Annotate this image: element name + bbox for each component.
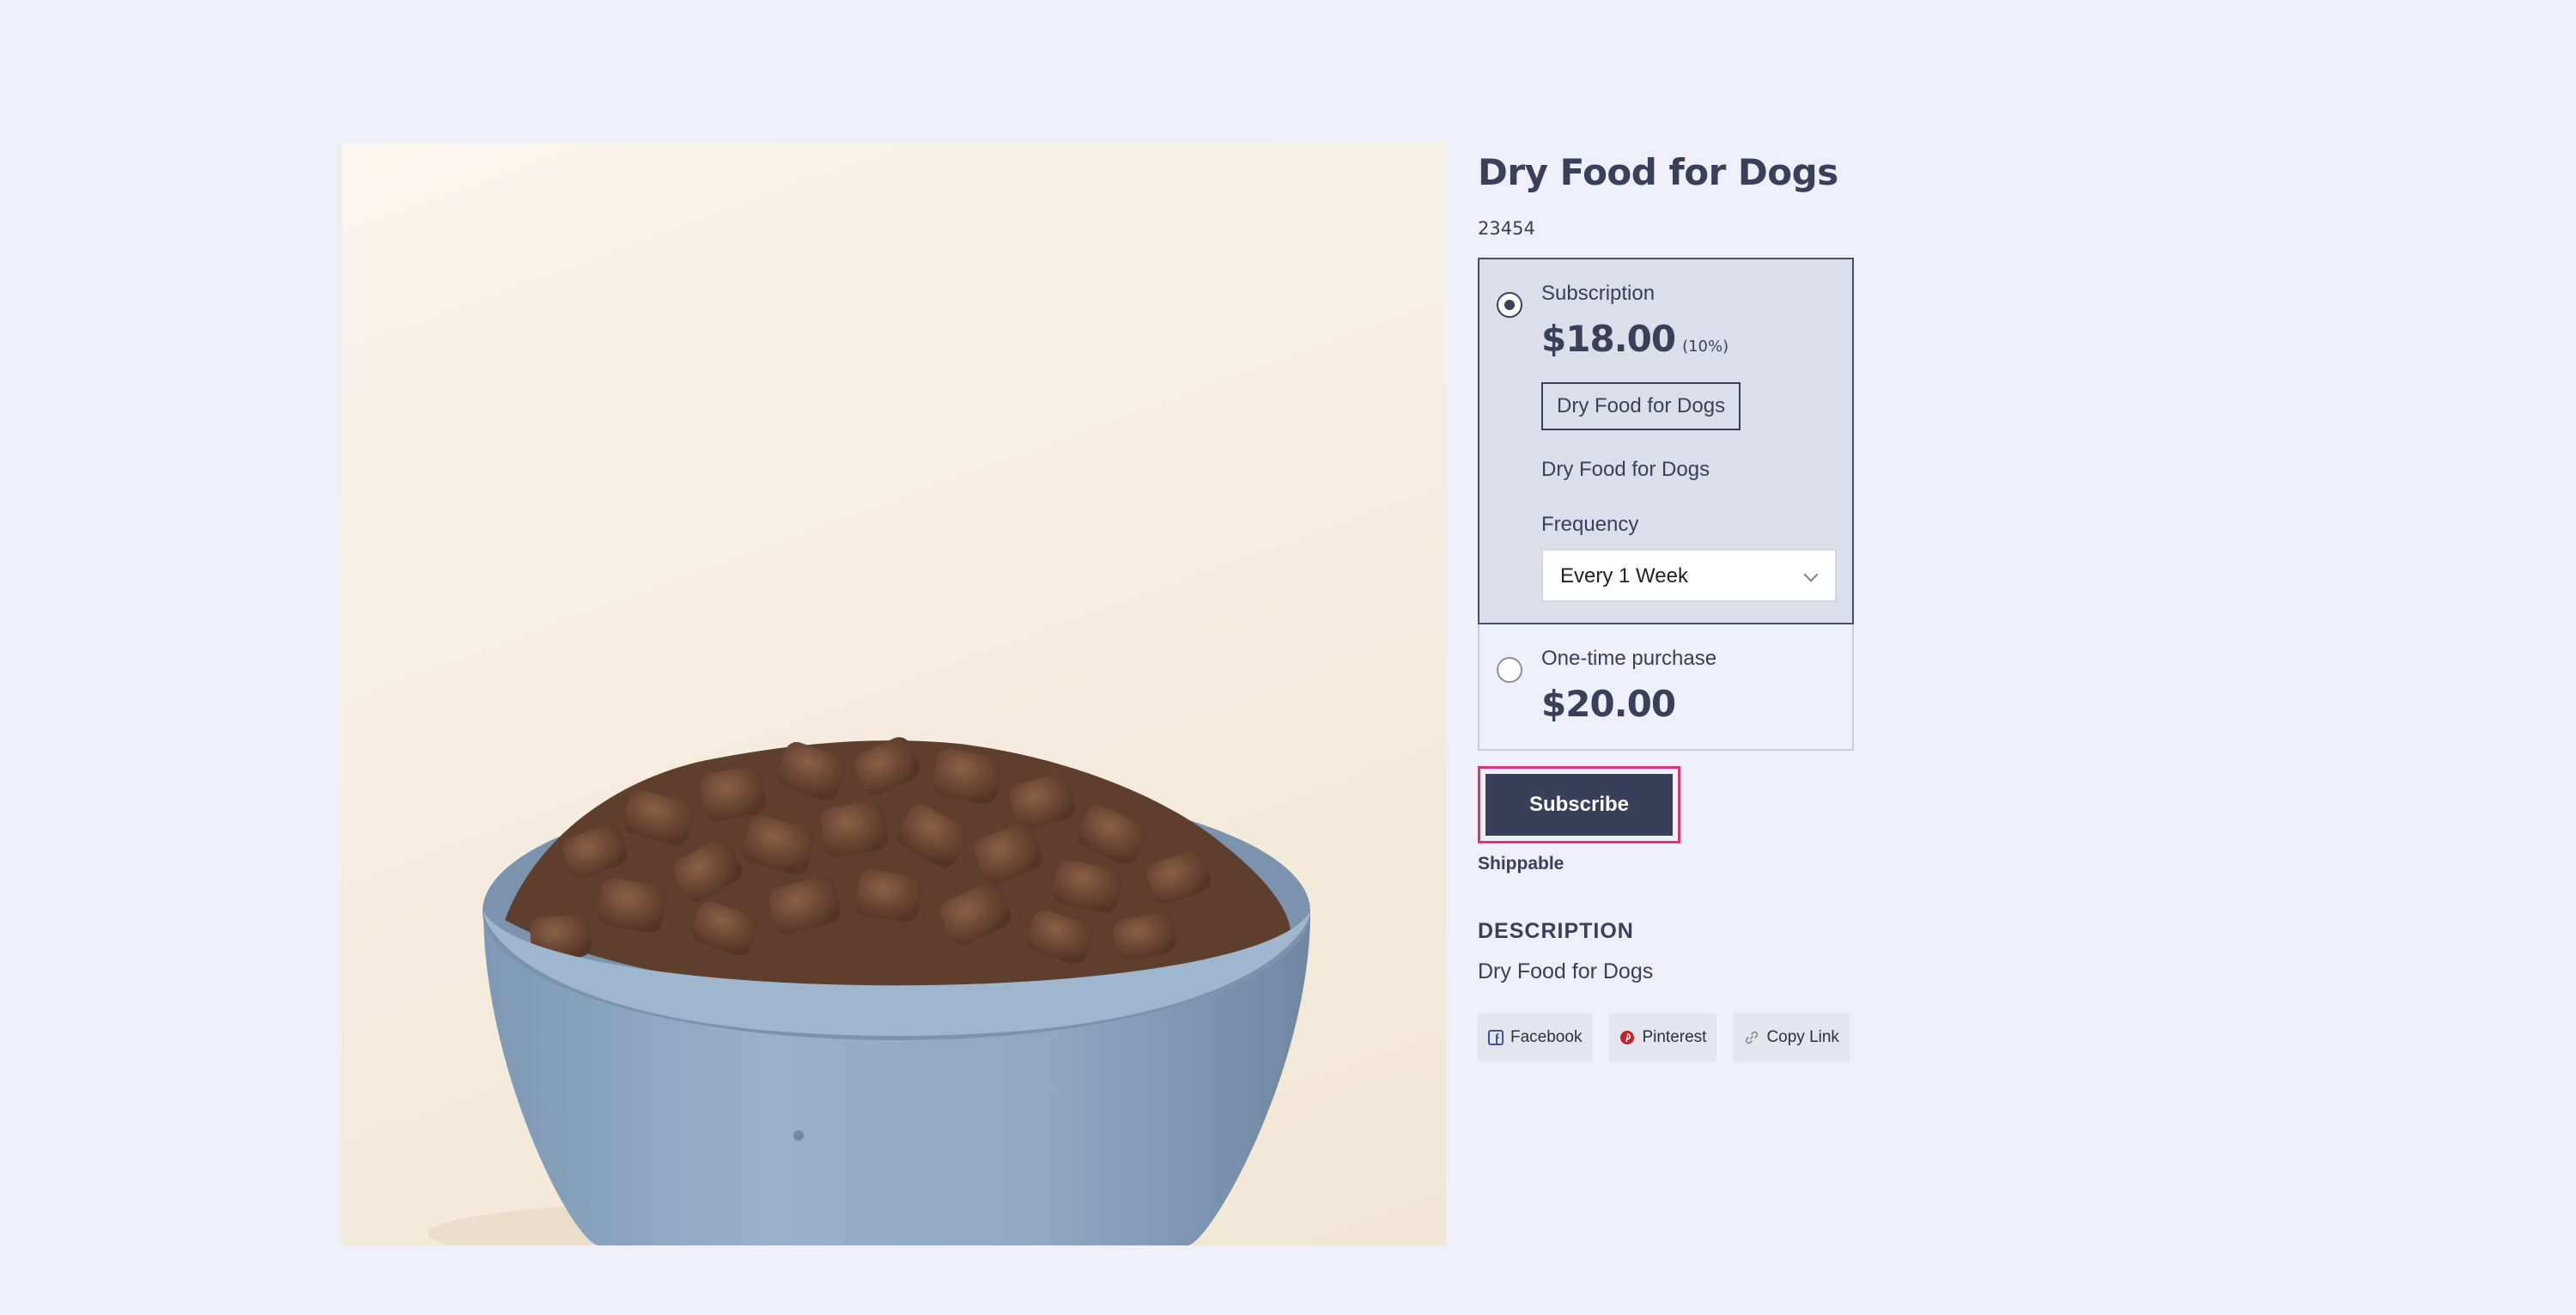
link-icon	[1746, 1032, 1759, 1044]
share-pinterest-button[interactable]: Pinterest	[1609, 1014, 1717, 1062]
one-time-option[interactable]: One-time purchase $20.00	[1478, 624, 1854, 752]
product-details: Dry Food for Dogs 23454 Subscription $18…	[1478, 143, 1856, 1062]
subscription-option[interactable]: Subscription $18.00 (10%) Dry Food for D…	[1478, 258, 1854, 625]
share-buttons: Facebook Pinterest Copy Link	[1478, 1014, 1856, 1062]
chevron-down-icon	[1803, 567, 1819, 582]
one-time-price-row: $20.00	[1541, 683, 1835, 725]
share-facebook-button[interactable]: Facebook	[1478, 1014, 1593, 1062]
purchase-options: Subscription $18.00 (10%) Dry Food for D…	[1478, 258, 1854, 752]
frequency-value: Every 1 Week	[1560, 564, 1688, 588]
subscription-radio[interactable]	[1497, 292, 1522, 319]
one-time-label: One-time purchase	[1541, 647, 1717, 671]
pinterest-icon	[1620, 1031, 1635, 1045]
facebook-icon	[1488, 1030, 1504, 1046]
product-sku: 23454	[1478, 218, 1535, 240]
dog-food-bowl-illustration	[428, 737, 1310, 1245]
variant-name: Dry Food for Dogs	[1541, 458, 1710, 482]
description-text: Dry Food for Dogs	[1478, 959, 1654, 984]
subscribe-focus-ring: Subscribe	[1478, 766, 1680, 844]
description-heading: DESCRIPTION	[1478, 919, 1634, 944]
share-copy-link-label: Copy Link	[1766, 1028, 1839, 1047]
shippable-label: Shippable	[1478, 854, 1564, 874]
subscribe-button[interactable]: Subscribe	[1485, 774, 1673, 837]
product-page: Dry Food for Dogs 23454 Subscription $18…	[0, 0, 2576, 1315]
variant-button[interactable]: Dry Food for Dogs	[1541, 382, 1741, 431]
frequency-select[interactable]: Every 1 Week	[1541, 549, 1837, 603]
subscription-price-row: $18.00 (10%)	[1541, 318, 1835, 360]
frequency-label: Frequency	[1541, 513, 1639, 537]
share-pinterest-label: Pinterest	[1642, 1028, 1707, 1047]
one-time-price: $20.00	[1541, 683, 1676, 726]
subscription-price: $18.00	[1541, 318, 1676, 361]
product-title: Dry Food for Dogs	[1478, 151, 1838, 193]
product-image	[342, 143, 1446, 1245]
subscription-discount: (10%)	[1682, 338, 1729, 356]
subscription-label: Subscription	[1541, 282, 1656, 306]
share-facebook-label: Facebook	[1510, 1028, 1583, 1047]
one-time-radio[interactable]	[1497, 657, 1522, 684]
share-copy-link-button[interactable]: Copy Link	[1734, 1014, 1850, 1062]
